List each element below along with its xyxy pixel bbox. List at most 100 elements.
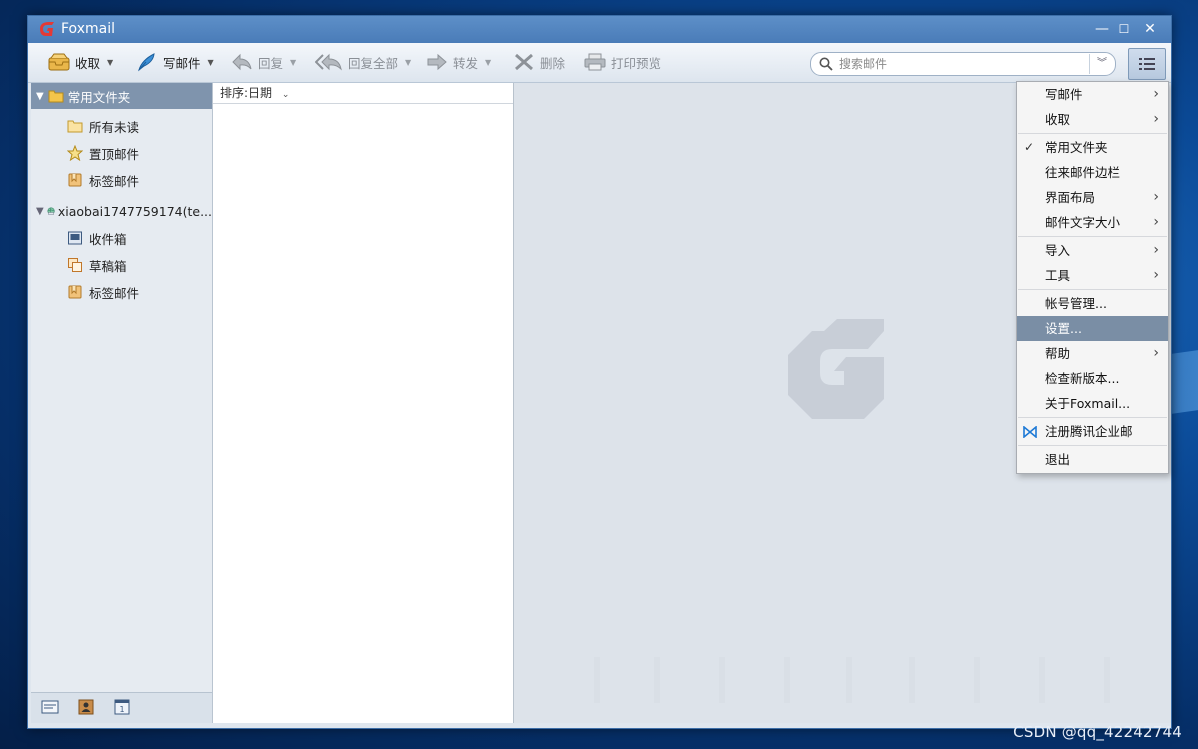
feather-pen-icon: [138, 53, 155, 72]
menu-item-help[interactable]: 帮助 ›: [1017, 341, 1168, 366]
account-row[interactable]: ▼ xiaobai1747759174(te...: [31, 200, 212, 222]
search-icon: [819, 57, 833, 71]
submenu-arrow-icon: ›: [1153, 267, 1159, 283]
calendar-icon[interactable]: 1: [113, 699, 131, 715]
close-button[interactable]: ✕: [1139, 20, 1161, 38]
menu-item-label: 往来邮件边栏: [1045, 165, 1121, 180]
chevron-down-icon[interactable]: ▼: [485, 58, 491, 67]
star-icon: [67, 145, 83, 161]
sort-selector[interactable]: 排序:日期 ⌄: [213, 83, 513, 104]
compose-button[interactable]: 写邮件 ▼: [136, 51, 214, 73]
tencent-exmail-icon: [1023, 426, 1037, 438]
folder-account-tagged[interactable]: 标签邮件: [67, 282, 139, 302]
submenu-arrow-icon: ›: [1153, 214, 1159, 230]
favorites-folder-header[interactable]: ▼ 常用文件夹: [31, 83, 212, 109]
expand-triangle-icon[interactable]: ▼: [36, 91, 44, 102]
menu-separator: [1018, 289, 1167, 290]
search-input[interactable]: [839, 55, 1084, 73]
menu-item-favorite-folders[interactable]: ✓ 常用文件夹: [1017, 135, 1168, 160]
reply-arrow-icon: [232, 53, 252, 71]
menu-item-exit[interactable]: 退出: [1017, 447, 1168, 472]
folder-inbox[interactable]: 收件箱: [67, 228, 127, 248]
folder-label: 所有未读: [89, 119, 140, 135]
main-dropdown-menu: 写邮件 › 收取 › ✓ 常用文件夹 往来邮件边栏 界面布局 › 邮件文字大小 …: [1016, 81, 1169, 474]
menu-item-tools[interactable]: 工具 ›: [1017, 263, 1168, 288]
menu-item-label: 导入: [1045, 243, 1071, 258]
folder-drafts[interactable]: 草稿箱: [67, 255, 127, 275]
reply-all-button[interactable]: 回复全部 ▼: [315, 51, 411, 73]
folder-icon: [48, 90, 64, 103]
search-options-chevron-icon[interactable]: ︾: [1089, 54, 1114, 74]
delete-x-icon: [515, 53, 533, 71]
favorites-folder-label: 常用文件夹: [67, 89, 131, 105]
maximize-button[interactable]: ☐: [1113, 20, 1135, 38]
folder-label: 草稿箱: [89, 258, 127, 274]
chevron-down-icon[interactable]: ▼: [107, 58, 113, 67]
csdn-watermark: CSDN @qq_42242744: [1013, 723, 1182, 741]
reply-button[interactable]: 回复 ▼: [231, 51, 296, 73]
menu-item-label: 界面布局: [1045, 190, 1096, 205]
menu-separator: [1018, 445, 1167, 446]
menu-item-label: 写邮件: [1045, 87, 1083, 102]
reply-all-arrow-icon: [315, 53, 342, 71]
folder-label: 标签邮件: [89, 173, 140, 189]
menu-item-import[interactable]: 导入 ›: [1017, 238, 1168, 263]
menu-separator: [1018, 236, 1167, 237]
delete-button[interactable]: 删除: [513, 51, 565, 73]
submenu-arrow-icon: ›: [1153, 242, 1159, 258]
main-menu-button[interactable]: [1128, 48, 1166, 80]
menu-item-layout[interactable]: 界面布局 ›: [1017, 185, 1168, 210]
foxmail-watermark-logo-icon: [788, 319, 884, 419]
menu-item-check-update[interactable]: 检查新版本...: [1017, 366, 1168, 391]
menu-item-about[interactable]: 关于Foxmail...: [1017, 391, 1168, 416]
menu-item-label: 检查新版本...: [1045, 371, 1120, 386]
print-preview-button[interactable]: 打印预览: [584, 51, 661, 73]
decorative-stripes: [594, 657, 1110, 703]
sort-label: 排序:日期: [220, 86, 273, 100]
contacts-icon[interactable]: [77, 699, 95, 715]
mail-view-icon[interactable]: [41, 699, 59, 715]
folder-all-unread[interactable]: 所有未读: [67, 116, 139, 136]
folder-pinned[interactable]: 置顶邮件: [67, 143, 139, 163]
compose-label: 写邮件: [163, 55, 201, 71]
inbox-icon: [68, 231, 82, 245]
menu-item-contacts-sidebar[interactable]: 往来邮件边栏: [1017, 160, 1168, 185]
expand-triangle-icon[interactable]: ▼: [36, 206, 44, 217]
svg-text:1: 1: [119, 705, 124, 714]
minimize-button[interactable]: —: [1091, 20, 1113, 38]
menu-list-icon: [1139, 58, 1155, 70]
search-box: ︾: [810, 52, 1116, 76]
menu-item-register-exmail[interactable]: 注册腾讯企业邮: [1017, 419, 1168, 444]
account-globe-icon: [47, 207, 55, 215]
menu-item-font-size[interactable]: 邮件文字大小 ›: [1017, 210, 1168, 235]
menu-item-label: 常用文件夹: [1045, 140, 1108, 155]
menu-item-label: 退出: [1045, 452, 1071, 467]
menu-item-account-management[interactable]: 帐号管理...: [1017, 291, 1168, 316]
menu-item-compose[interactable]: 写邮件 ›: [1017, 82, 1168, 107]
submenu-arrow-icon: ›: [1153, 111, 1159, 127]
folder-tagged[interactable]: 标签邮件: [67, 170, 139, 190]
foxmail-logo-icon: [40, 22, 54, 36]
receive-button[interactable]: 收取 ▼: [48, 51, 113, 73]
reply-label: 回复: [258, 55, 284, 71]
menu-item-receive[interactable]: 收取 ›: [1017, 107, 1168, 132]
menu-item-label: 工具: [1045, 268, 1071, 283]
menu-item-label: 注册腾讯企业邮: [1045, 424, 1133, 439]
menu-separator: [1018, 417, 1167, 418]
bookmark-tag-icon: [68, 285, 82, 299]
submenu-arrow-icon: ›: [1153, 189, 1159, 205]
forward-button[interactable]: 转发 ▼: [426, 51, 491, 73]
menu-item-label: 帐号管理...: [1045, 296, 1107, 311]
menu-separator: [1018, 133, 1167, 134]
folder-sidebar: ▼ 常用文件夹 所有未读 置顶邮件 标签邮件 ▼ xiaobai17477591…: [31, 83, 213, 723]
checkmark-icon: ✓: [1024, 140, 1035, 154]
reply-all-label: 回复全部: [348, 55, 399, 71]
title-bar[interactable]: Foxmail — ☐ ✕: [28, 16, 1171, 43]
receive-label: 收取: [75, 55, 101, 71]
bookmark-tag-icon: [68, 173, 82, 187]
chevron-down-icon[interactable]: ▼: [405, 58, 411, 67]
chevron-down-icon[interactable]: ▼: [208, 58, 214, 67]
folder-label: 收件箱: [89, 231, 127, 247]
chevron-down-icon[interactable]: ▼: [290, 58, 296, 67]
menu-item-settings[interactable]: 设置...: [1017, 316, 1168, 341]
